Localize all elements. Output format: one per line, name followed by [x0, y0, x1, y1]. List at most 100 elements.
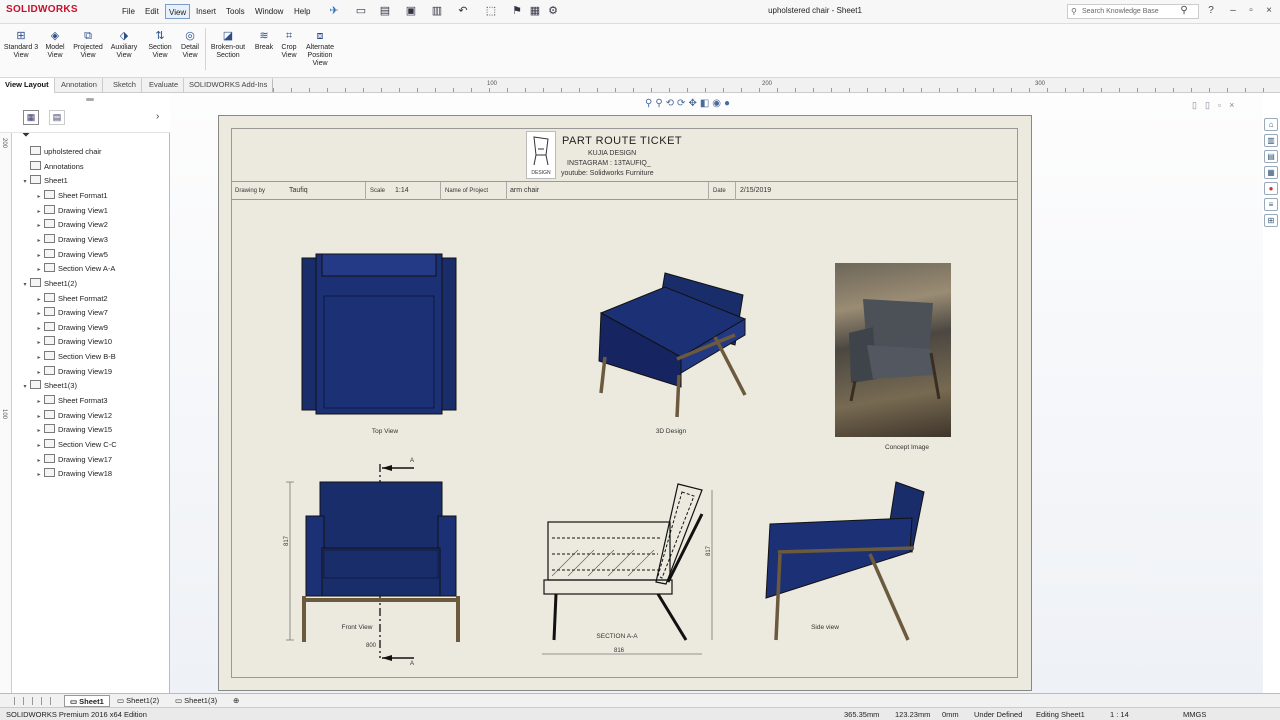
add-sheet-icon[interactable]: ⊕	[228, 695, 244, 707]
viewport-split-icon[interactable]: ▯	[1205, 100, 1218, 110]
expand-toggle-icon[interactable]: ▸	[34, 219, 44, 233]
tree-item[interactable]: ▸ Drawing View7	[34, 306, 108, 320]
print-icon[interactable]: ▥	[430, 4, 444, 18]
expand-toggle-icon[interactable]: ▸	[34, 366, 44, 380]
previous-view-icon[interactable]: ⟲	[666, 98, 677, 109]
tree-item[interactable]: Annotations	[20, 160, 84, 174]
tree-item[interactable]: ▸ Drawing View9	[34, 321, 108, 335]
model-view-button[interactable]: ◈ Model View	[40, 26, 70, 60]
minimize-icon[interactable]: –	[1225, 4, 1241, 18]
resources-icon[interactable]: ▥	[1264, 134, 1278, 147]
tree-item[interactable]: ▸ Drawing View19	[34, 365, 112, 379]
tree-item[interactable]: ▸ Drawing View3	[34, 233, 108, 247]
chevron-right-icon[interactable]: ›	[156, 111, 159, 122]
sheet-tab-2[interactable]: ▭ Sheet1(2)	[112, 695, 164, 707]
tree-item[interactable]: upholstered chair	[20, 145, 102, 159]
tab-sketch[interactable]: Sketch	[108, 78, 142, 93]
sheet-navigation-arrows[interactable]	[14, 697, 58, 705]
expand-toggle-icon[interactable]: ▸	[34, 468, 44, 482]
menu-insert[interactable]: Insert	[193, 4, 219, 19]
rotate-icon[interactable]: ⟳	[677, 98, 688, 109]
rebuild-icon[interactable]: ⚑	[510, 4, 524, 18]
home-icon[interactable]: ⌂	[1264, 118, 1278, 131]
undo-icon[interactable]: ↶	[456, 4, 470, 18]
expand-toggle-icon[interactable]: ▸	[34, 249, 44, 263]
pan-icon[interactable]: ✥	[688, 98, 699, 109]
tree-item[interactable]: ▾ Sheet1(3)	[20, 379, 77, 393]
close-icon[interactable]: ×	[1261, 4, 1277, 18]
expand-toggle-icon[interactable]: ▸	[34, 439, 44, 453]
sheet-scale[interactable]: 1 : 14	[1110, 709, 1129, 720]
expand-toggle-icon[interactable]: ▸	[34, 424, 44, 438]
standard-3-view-button[interactable]: ⊞ Standard 3 View	[3, 26, 39, 60]
tree-item[interactable]: ▸ Drawing View10	[34, 335, 112, 349]
feature-tree-tab-icon[interactable]: ▦	[23, 110, 39, 125]
expand-toggle-icon[interactable]: ▸	[34, 454, 44, 468]
expand-toggle-icon[interactable]: ▸	[34, 293, 44, 307]
appearances-icon[interactable]: ●	[1264, 182, 1278, 195]
menu-file[interactable]: File	[119, 4, 138, 19]
property-manager-tab-icon[interactable]: ▤	[49, 110, 65, 125]
tab-view-layout[interactable]: View Layout	[0, 78, 55, 93]
tree-item[interactable]: ▾ Sheet1	[20, 174, 68, 188]
expand-toggle-icon[interactable]: ▾	[20, 278, 30, 292]
expand-toggle-icon[interactable]: ▸	[34, 395, 44, 409]
sheet-tab-3[interactable]: ▭ Sheet1(3)	[170, 695, 222, 707]
tree-item[interactable]: ▸ Section View B-B	[34, 350, 116, 364]
magnifier-icon[interactable]: ⚲	[1176, 4, 1192, 18]
display-style-icon[interactable]: ◧	[700, 98, 712, 109]
tab-annotation[interactable]: Annotation	[56, 78, 103, 93]
filter-icon[interactable]: ⏷	[22, 130, 30, 141]
menu-view[interactable]: View	[165, 4, 191, 19]
tree-item[interactable]: ▸ Drawing View2	[34, 218, 108, 232]
viewport-controls[interactable]: ▯▯▫×	[1192, 100, 1242, 111]
expand-toggle-icon[interactable]: ▸	[34, 234, 44, 248]
detail-view-button[interactable]: ◎ Detail View	[176, 26, 204, 60]
save-icon[interactable]: ▣	[404, 4, 418, 18]
projected-view-button[interactable]: ⧉ Projected View	[70, 26, 106, 60]
menu-edit[interactable]: Edit	[142, 4, 162, 19]
panel-grip-icon[interactable]	[86, 98, 94, 101]
restore-icon[interactable]: ▫	[1243, 4, 1259, 18]
appearance-icon[interactable]: ●	[724, 98, 733, 109]
expand-toggle-icon[interactable]: ▸	[34, 307, 44, 321]
tree-item[interactable]: ▸ Sheet Format2	[34, 292, 108, 306]
tree-item[interactable]: ▸ Sheet Format1	[34, 189, 108, 203]
tree-item[interactable]: ▸ Section View C-C	[34, 438, 117, 452]
view-palette-icon[interactable]: ⊞	[1264, 214, 1278, 227]
tree-item[interactable]: ▸ Drawing View5	[34, 248, 108, 262]
unit-system[interactable]: MMGS	[1183, 709, 1206, 720]
tree-item[interactable]: ▸ Drawing View18	[34, 467, 112, 481]
menu-tools[interactable]: Tools	[223, 4, 248, 19]
file-explorer-icon[interactable]: ▦	[1264, 166, 1278, 179]
custom-properties-icon[interactable]: ≡	[1264, 198, 1278, 211]
expand-toggle-icon[interactable]: ▸	[34, 205, 44, 219]
tree-item[interactable]: ▾ Sheet1(2)	[20, 277, 77, 291]
expand-toggle-icon[interactable]: ▸	[34, 322, 44, 336]
zoom-to-area-icon[interactable]: ⚲	[655, 98, 665, 109]
expand-toggle-icon[interactable]: ▸	[34, 190, 44, 204]
tab-evaluate[interactable]: Evaluate	[144, 78, 185, 93]
menu-window[interactable]: Window	[252, 4, 286, 19]
options-gear-icon[interactable]: ⚙	[546, 4, 560, 18]
viewport-close-icon[interactable]: ×	[1229, 100, 1242, 110]
new-document-icon[interactable]: ▭	[354, 4, 368, 18]
tree-item[interactable]: ▸ Drawing View1	[34, 204, 108, 218]
zoom-to-fit-icon[interactable]: ⚲	[645, 98, 655, 109]
break-button[interactable]: ≋ Break	[252, 26, 276, 52]
tree-item[interactable]: ▸ Section View A-A	[34, 262, 115, 276]
viewport-restore-icon[interactable]: ▫	[1218, 100, 1229, 110]
file-properties-icon[interactable]: ▦	[528, 4, 542, 18]
select-icon[interactable]: ⬚	[484, 4, 498, 18]
tree-item[interactable]: ▸ Drawing View15	[34, 423, 112, 437]
expand-toggle-icon[interactable]: ▸	[34, 410, 44, 424]
design-library-icon[interactable]: ▤	[1264, 150, 1278, 163]
tab-solidworks-add-ins[interactable]: SOLIDWORKS Add-Ins	[184, 78, 274, 93]
expand-toggle-icon[interactable]: ▸	[34, 351, 44, 365]
expand-toggle-icon[interactable]: ▾	[20, 380, 30, 394]
help-icon[interactable]: ?	[1203, 4, 1219, 18]
section-view-button[interactable]: ⇅ Section View	[145, 26, 175, 60]
heads-up-view-toolbar[interactable]: ⚲⚲⟲⟳✥◧◉●	[645, 98, 805, 112]
expand-toggle-icon[interactable]: ▸	[34, 263, 44, 277]
viewport-single-icon[interactable]: ▯	[1192, 100, 1205, 110]
